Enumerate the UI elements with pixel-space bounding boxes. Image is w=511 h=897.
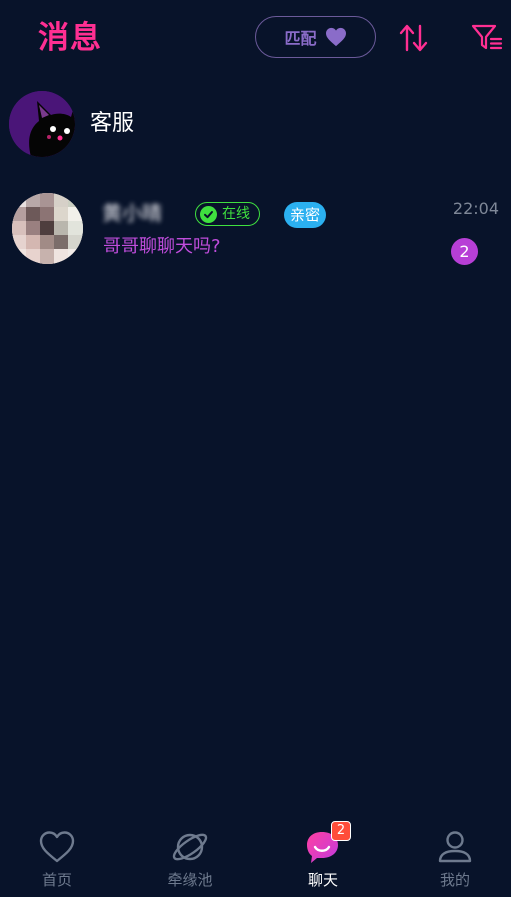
nav-label-profile: 我的: [439, 871, 470, 889]
nav-label-match-pool: 牵缘池: [167, 871, 213, 889]
chat-message-preview: 哥哥聊聊天吗?: [103, 236, 221, 257]
heart-outline-icon: [39, 831, 75, 863]
messages-screen: 消息 匹配 客服 黄小晴 在线 亲密 22:04 哥哥聊聊天吗? 2 首页 牵缘…: [0, 0, 511, 897]
avatar: [12, 193, 83, 264]
customer-service-row[interactable]: 客服: [0, 88, 511, 160]
match-button-label: 匹配: [284, 29, 317, 48]
pixelated-avatar-image: [12, 193, 83, 264]
page-title: 消息: [38, 20, 102, 56]
unread-count-badge: 2: [451, 238, 478, 265]
nav-item-match-pool[interactable]: 牵缘池: [135, 817, 245, 897]
chat-list-item[interactable]: 黄小晴 在线 亲密 22:04 哥哥聊聊天吗? 2: [0, 190, 511, 266]
customer-service-name: 客服: [90, 111, 135, 136]
bottom-nav: 首页 牵缘池 2 聊天 我的: [0, 817, 511, 897]
filter-icon[interactable]: [470, 20, 504, 54]
check-circle-icon: [200, 205, 217, 223]
nav-label-home: 首页: [41, 871, 72, 889]
nav-item-home[interactable]: 首页: [2, 817, 112, 897]
online-status-label: 在线: [222, 206, 250, 222]
chat-timestamp: 22:04: [452, 199, 499, 218]
person-icon: [438, 831, 472, 863]
nav-item-chat[interactable]: 2 聊天: [268, 817, 378, 897]
match-button[interactable]: 匹配: [255, 16, 376, 58]
chat-contact-name: 黄小晴: [102, 201, 162, 225]
header: 消息 匹配: [0, 0, 511, 78]
online-status-badge: 在线: [195, 202, 260, 226]
cat-avatar: [9, 91, 75, 157]
nav-item-profile[interactable]: 我的: [400, 817, 510, 897]
cat-avatar-art: [9, 91, 75, 157]
heart-icon: [325, 27, 346, 47]
nav-label-chat: 聊天: [307, 871, 338, 889]
sort-arrows-icon[interactable]: [398, 22, 430, 54]
intimacy-tag: 亲密: [284, 202, 327, 228]
chat-unread-badge: 2: [331, 821, 351, 841]
planet-icon: [172, 833, 208, 861]
